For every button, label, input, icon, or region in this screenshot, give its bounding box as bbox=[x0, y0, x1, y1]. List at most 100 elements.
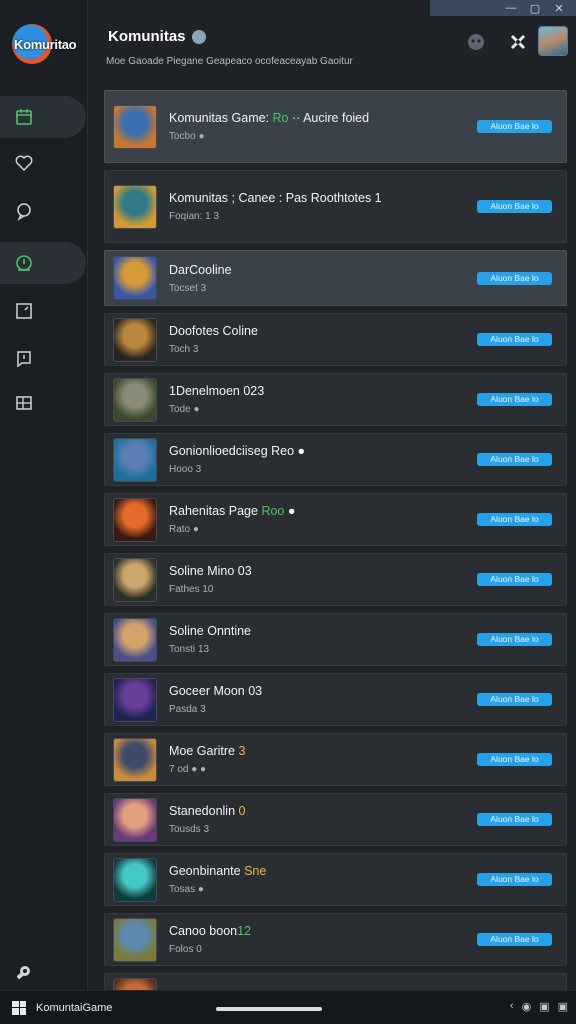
game-subtitle: Fathes 10 bbox=[169, 584, 214, 595]
cards-icon bbox=[16, 396, 32, 410]
windows-start-icon[interactable] bbox=[12, 1000, 26, 1015]
game-subtitle: Tocbo ● bbox=[169, 131, 205, 142]
game-meta: Gonionlioedciiseg Reo ● Hooo 3 bbox=[169, 444, 477, 475]
game-title: Rahenitas Page Roo ● bbox=[169, 504, 296, 518]
game-row[interactable]: Rahenitas Page Roo ● Rato ● Aluon Bae lo bbox=[104, 493, 567, 546]
gamepad-icon[interactable] bbox=[508, 32, 528, 52]
game-row[interactable]: Doofotes Coline Toch 3 Aluon Bae lo bbox=[104, 313, 567, 366]
game-row[interactable]: Komunitas Game: Ro ·· Aucire foied Tocbo … bbox=[104, 90, 567, 163]
sidebar-item-community[interactable] bbox=[0, 242, 86, 284]
game-title: Soline Onntine bbox=[169, 624, 252, 638]
back-chevron-icon[interactable]: ‹ bbox=[510, 1000, 514, 1013]
game-thumbnail bbox=[113, 256, 157, 300]
game-meta: Moe Garitre 3 7 od ● ● bbox=[169, 744, 477, 775]
join-button[interactable]: Aluon Bae lo bbox=[477, 873, 552, 886]
game-title: Geonbinante Sne bbox=[169, 864, 267, 878]
chat-bubble-icon bbox=[17, 203, 31, 221]
game-title: Canoo boon12 bbox=[169, 924, 252, 938]
join-button[interactable]: Aluon Bae lo bbox=[477, 753, 552, 766]
game-row[interactable]: Komunitas ; Canee : Pas Roothtotes 1 Foqi… bbox=[104, 170, 567, 243]
wrench-icon[interactable] bbox=[14, 962, 34, 982]
minimize-button[interactable]: — bbox=[504, 2, 518, 14]
join-button[interactable]: Aluon Bae lo bbox=[477, 573, 552, 586]
game-thumbnail bbox=[113, 497, 157, 542]
game-row[interactable]: Soline Onntine Tonsti 13 Aluon Bae lo bbox=[104, 613, 567, 666]
game-subtitle: Foqian: 1 3 bbox=[169, 211, 220, 222]
game-row[interactable]: Soline Mino 03 Fathes 10 Aluon Bae lo bbox=[104, 553, 567, 606]
record-icon[interactable]: ◉ bbox=[522, 1000, 532, 1013]
game-meta: Soline Mino 03 Fathes 10 bbox=[169, 564, 477, 595]
game-row[interactable]: Stanedonlin 0 Tousds 3 Aluon Bae lo bbox=[104, 793, 567, 846]
game-row[interactable]: Geonbinante Sne Tosas ● Aluon Bae lo bbox=[104, 853, 567, 906]
game-subtitle: Rato ● bbox=[169, 524, 199, 535]
join-button[interactable]: Aluon Bae lo bbox=[477, 200, 552, 213]
join-button[interactable]: Aluon Bae lo bbox=[477, 271, 552, 285]
game-thumbnail bbox=[113, 737, 157, 782]
game-meta: Komunitas Game: Ro ·· Aucire foied Tocbo … bbox=[169, 111, 477, 142]
game-thumbnail bbox=[113, 617, 157, 662]
game-meta: Komunitas ; Canee : Pas Roothtotes 1 Foqi… bbox=[169, 191, 477, 222]
calendar-icon bbox=[16, 109, 32, 125]
home-indicator[interactable] bbox=[216, 1007, 322, 1011]
game-thumbnail bbox=[113, 104, 157, 149]
page-title: Komunitas bbox=[108, 28, 186, 45]
game-thumbnail bbox=[113, 184, 157, 229]
join-button[interactable]: Aluon Bae lo bbox=[477, 333, 552, 346]
game-thumbnail bbox=[113, 857, 157, 902]
game-row[interactable]: Canoo boon12 Folos 0 Aluon Bae lo bbox=[104, 913, 567, 966]
window-icon[interactable]: ▣ bbox=[539, 1000, 549, 1013]
game-row[interactable]: Goceer Moon 03 Pasda 3 Aluon Bae lo bbox=[104, 673, 567, 726]
game-subtitle: Folos 0 bbox=[169, 944, 202, 955]
sidebar: Komuritao bbox=[0, 0, 88, 990]
sidebar-item-chat[interactable] bbox=[0, 190, 86, 232]
join-button[interactable]: Aluon Bae lo bbox=[477, 633, 552, 646]
sidebar-item-cards[interactable] bbox=[0, 382, 86, 424]
game-subtitle: Tonsti 13 bbox=[169, 644, 210, 655]
system-tray: ‹ ◉ ▣ ▣ bbox=[510, 1000, 568, 1013]
game-meta: 1Denelmoen 023 Tode ● bbox=[169, 384, 477, 415]
game-row[interactable]: 1Denelmoen 023 Tode ● Aluon Bae lo bbox=[104, 373, 567, 426]
join-button[interactable]: Aluon Bae lo bbox=[477, 813, 552, 826]
game-title: Moe Garitre 3 bbox=[169, 744, 246, 758]
game-meta: DarCooline Tocset 3 bbox=[169, 263, 477, 294]
game-title: Soline Mino 03 bbox=[169, 564, 252, 578]
header: Komunitas Moe Gaoade Piegane Geapeaco oc… bbox=[88, 16, 576, 82]
maximize-button[interactable]: ▢ bbox=[528, 2, 542, 15]
sidebar-item-messages[interactable] bbox=[0, 338, 86, 380]
join-button[interactable]: Aluon Bae lo bbox=[477, 393, 552, 406]
screen-icon[interactable]: ▣ bbox=[558, 1000, 568, 1013]
emoji-icon[interactable] bbox=[466, 32, 486, 52]
game-row[interactable]: Gonionlioedciiseg Reo ● Hooo 3 Aluon Bae l… bbox=[104, 433, 567, 486]
game-meta: Goceer Moon 03 Pasda 3 bbox=[169, 684, 477, 715]
game-subtitle: 7 od ● ● bbox=[169, 764, 207, 775]
game-thumbnail bbox=[113, 317, 157, 362]
taskbar-app-label[interactable]: KomuntaiGame bbox=[36, 1002, 112, 1014]
close-button[interactable]: ✕ bbox=[552, 2, 566, 15]
sidebar-item-edit[interactable] bbox=[0, 290, 86, 332]
user-avatar[interactable] bbox=[538, 26, 568, 56]
game-title: 1Denelmoen 023 bbox=[169, 384, 265, 398]
game-subtitle: Pasda 3 bbox=[169, 704, 206, 715]
join-button[interactable]: Aluon Bae lo bbox=[477, 933, 552, 946]
game-subtitle: Hooo 3 bbox=[169, 464, 202, 475]
game-meta: Doofotes Coline Toch 3 bbox=[169, 324, 477, 355]
game-subtitle: Tousds 3 bbox=[169, 824, 210, 835]
game-meta: Geonbinante Sne Tosas ● bbox=[169, 864, 477, 895]
join-button[interactable]: Aluon Bae lo bbox=[477, 453, 552, 466]
join-button[interactable]: Aluon Bae lo bbox=[477, 693, 552, 706]
app-logo-text: Komuritao bbox=[14, 37, 77, 52]
taskbar: KomuntaiGame ‹ ◉ ▣ ▣ bbox=[0, 990, 576, 1024]
join-button[interactable]: Aluon Bae lo bbox=[477, 513, 552, 526]
page-subtitle: Moe Gaoade Piegane Geapeaco ocofeaceayab… bbox=[106, 56, 353, 67]
game-row[interactable]: DarCooline Tocset 3 Aluon Bae lo bbox=[104, 250, 567, 306]
sidebar-item-calendar[interactable] bbox=[0, 96, 86, 138]
game-row[interactable]: Moe Garitre 3 7 od ● ● Aluon Bae lo bbox=[104, 733, 567, 786]
game-title: Komunitas ; Canee : Pas Roothtotes 1 bbox=[169, 191, 382, 205]
edit-icon bbox=[16, 303, 32, 319]
sidebar-item-favorites[interactable] bbox=[0, 142, 86, 184]
join-button[interactable]: Aluon Bae lo bbox=[477, 120, 552, 133]
game-meta: Soline Onntine Tonsti 13 bbox=[169, 624, 477, 655]
game-subtitle: Toch 3 bbox=[169, 344, 199, 355]
game-title: Doofotes Coline bbox=[169, 324, 258, 338]
game-list: Komunitas Game: Ro ·· Aucire foied Tocbo … bbox=[104, 90, 567, 1024]
